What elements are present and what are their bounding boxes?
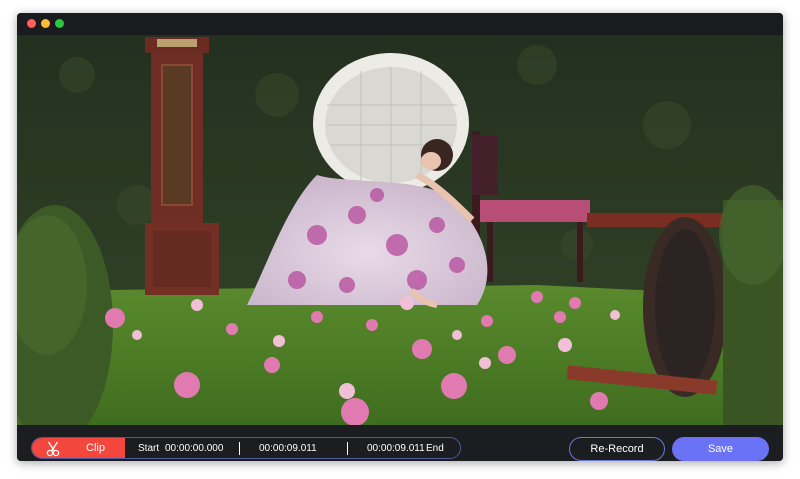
end-label: End xyxy=(426,443,444,454)
window-maximize-button[interactable] xyxy=(55,19,64,28)
title-bar xyxy=(17,13,783,35)
scissors-icon xyxy=(46,441,60,457)
clip-trim-bar: Clip Start 00:00:00.000 00:00:09.011 00:… xyxy=(31,437,461,459)
re-record-button[interactable]: Re-Record xyxy=(569,437,665,461)
start-time-field[interactable]: 00:00:00.000 xyxy=(165,443,223,454)
control-bar: Clip Start 00:00:00.000 00:00:09.011 00:… xyxy=(17,425,783,461)
save-button[interactable]: Save xyxy=(672,437,769,461)
start-trim-handle[interactable] xyxy=(239,442,240,455)
video-preview[interactable] xyxy=(17,35,783,425)
clip-button[interactable]: Clip xyxy=(32,438,125,458)
video-frame xyxy=(17,35,783,425)
end-trim-handle[interactable] xyxy=(347,442,348,455)
start-label: Start xyxy=(138,443,160,454)
clip-label: Clip xyxy=(86,442,105,454)
recorder-window: Clip Start 00:00:00.000 00:00:09.011 00:… xyxy=(17,13,783,461)
duration-text: 00:00:09.011 xyxy=(259,443,317,454)
end-time-field[interactable]: 00:00:09.011 xyxy=(367,443,425,454)
window-minimize-button[interactable] xyxy=(41,19,50,28)
window-close-button[interactable] xyxy=(27,19,36,28)
